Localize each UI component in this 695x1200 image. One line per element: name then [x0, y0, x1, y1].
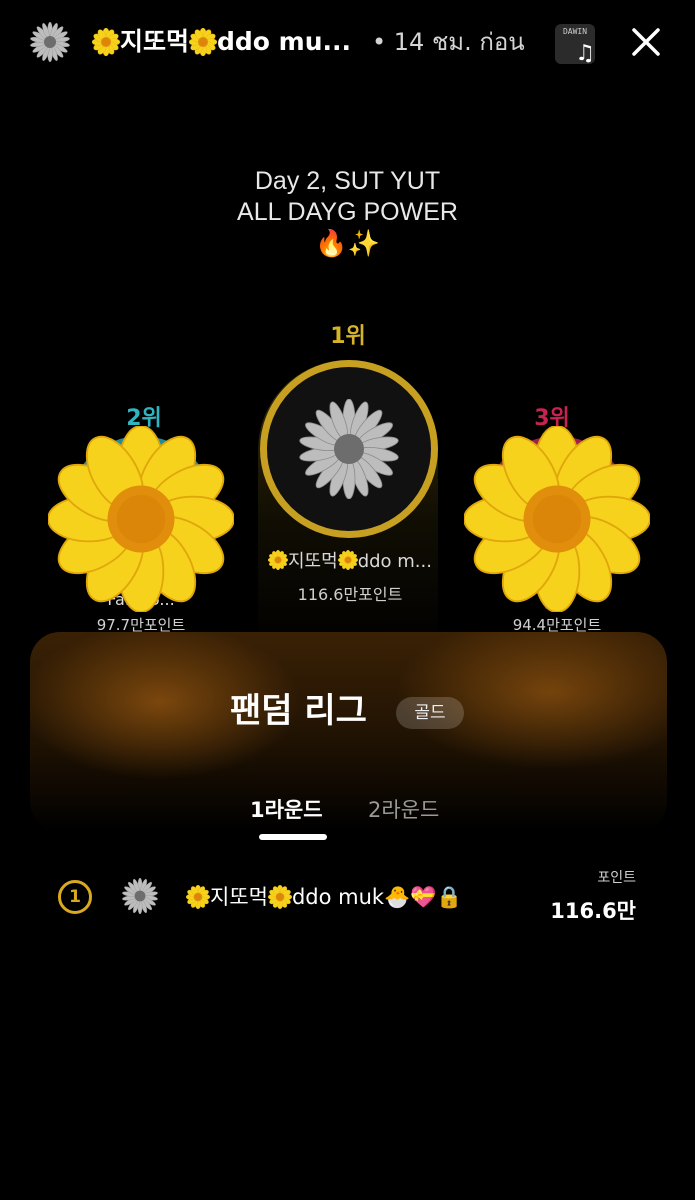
league-title: 팬덤 리그 [230, 691, 367, 731]
sunflower-icon [337, 550, 358, 570]
post-time: • 14 ชม. ก่อน [372, 28, 525, 56]
ranking-row-points: 116.6만 [550, 899, 636, 923]
first-place-name-tail: ddo m... [357, 551, 432, 572]
active-tab-indicator [259, 834, 327, 840]
rank-badge: 1 [58, 880, 92, 914]
story-header: 지또먹 ddo mu... • 14 ชม. ก่อน DAWIN ♫ [0, 0, 695, 84]
first-place-avatar[interactable] [260, 360, 438, 538]
sunflower-icon [189, 28, 218, 56]
fandom-league-card [30, 632, 667, 832]
account-name-text: 지또먹 [120, 27, 190, 56]
first-place-name: 지또먹 ddo m... [262, 547, 438, 573]
ranking-row-name-text: 지또먹 [210, 885, 268, 909]
tab-round-2[interactable]: 2라운드 [368, 794, 439, 824]
caption-emojis: 🔥✨ [315, 228, 380, 258]
music-cover-text: DAWIN [562, 27, 588, 36]
ranking-row-name-tail: ddo muk🐣💝🔒 [291, 885, 463, 909]
caption-line-1: Day 2, SUT YUT [254, 167, 441, 195]
music-cover[interactable]: DAWIN ♫ [555, 24, 595, 64]
daisy-icon [299, 399, 399, 499]
sunflower-icon [92, 28, 120, 56]
sunflower-icon [268, 550, 288, 570]
rank-1-label: 1위 [330, 324, 366, 349]
caption-line-2: ALL DAYG POWER [237, 198, 458, 226]
sunflower-sticker-icon [464, 426, 650, 612]
story-caption: Day 2, SUT YUT ALL DAYG POWER 🔥✨ [0, 166, 695, 259]
sunflower-icon [186, 885, 210, 909]
account-avatar-daisy-icon[interactable] [30, 22, 70, 62]
ranking-row-name[interactable]: 지또먹 ddo muk🐣💝🔒 [186, 882, 463, 912]
first-place-points: 116.6만포인트 [297, 585, 403, 604]
points-column-label: 포인트 [597, 870, 636, 886]
sunflower-icon [267, 885, 292, 909]
close-icon[interactable] [626, 22, 666, 62]
league-tier-badge: 골드 [396, 697, 464, 729]
music-note-icon: ♫ [575, 41, 595, 64]
account-name-tail: ddo mu... [217, 27, 352, 56]
row-avatar-daisy-icon[interactable] [122, 878, 158, 914]
first-place-name-text: 지또먹 [288, 551, 338, 572]
account-name[interactable]: 지또먹 ddo mu... [92, 24, 351, 60]
tab-round-1[interactable]: 1라운드 [250, 794, 323, 824]
sunflower-sticker-icon [48, 426, 234, 612]
